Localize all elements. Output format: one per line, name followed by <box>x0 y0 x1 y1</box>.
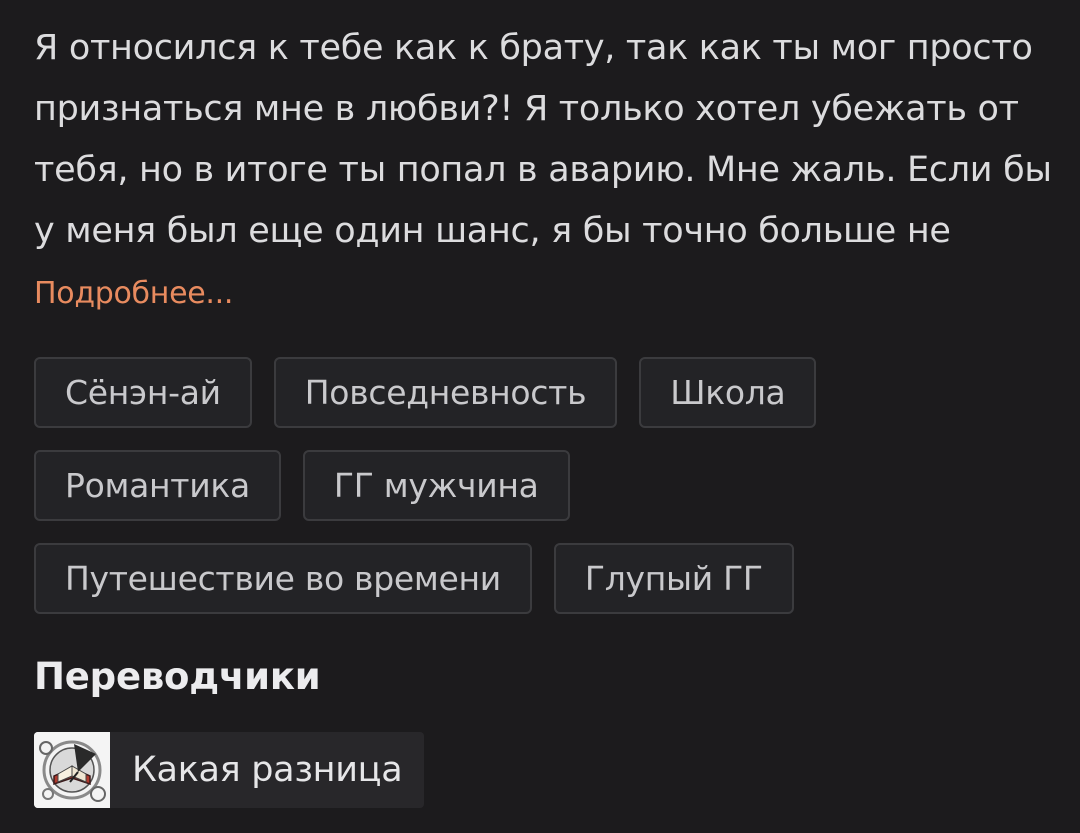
book-quill-logo-icon <box>34 732 110 808</box>
translators-section-title: Переводчики <box>34 655 321 698</box>
translator-avatar-graphic <box>34 732 110 808</box>
translator-name: Какая разница <box>132 750 403 790</box>
tag-stupid-protagonist[interactable]: Глупый ГГ <box>553 543 794 614</box>
tag-shonen-ai[interactable]: Сёнэн-ай <box>34 357 252 428</box>
tag-romance[interactable]: Романтика <box>34 450 281 521</box>
tag-list-row-2: Романтика ГГ мужчина <box>34 450 570 521</box>
tag-male-protagonist[interactable]: ГГ мужчина <box>302 450 570 521</box>
manga-description: Я относился к тебе как к брату, так как … <box>34 28 1052 251</box>
tag-school[interactable]: Школа <box>639 357 817 428</box>
tag-list-row-3: Путешествие во времени Глупый ГГ <box>34 543 794 614</box>
tag-time-travel[interactable]: Путешествие во времени <box>34 543 532 614</box>
translator-item[interactable]: Какая разница <box>34 732 425 808</box>
read-more-link[interactable]: Подробнее... <box>34 272 233 316</box>
tag-list-row-1: Сёнэн-ай Повседневность Школа <box>34 357 817 428</box>
tag-slice-of-life[interactable]: Повседневность <box>273 357 618 428</box>
